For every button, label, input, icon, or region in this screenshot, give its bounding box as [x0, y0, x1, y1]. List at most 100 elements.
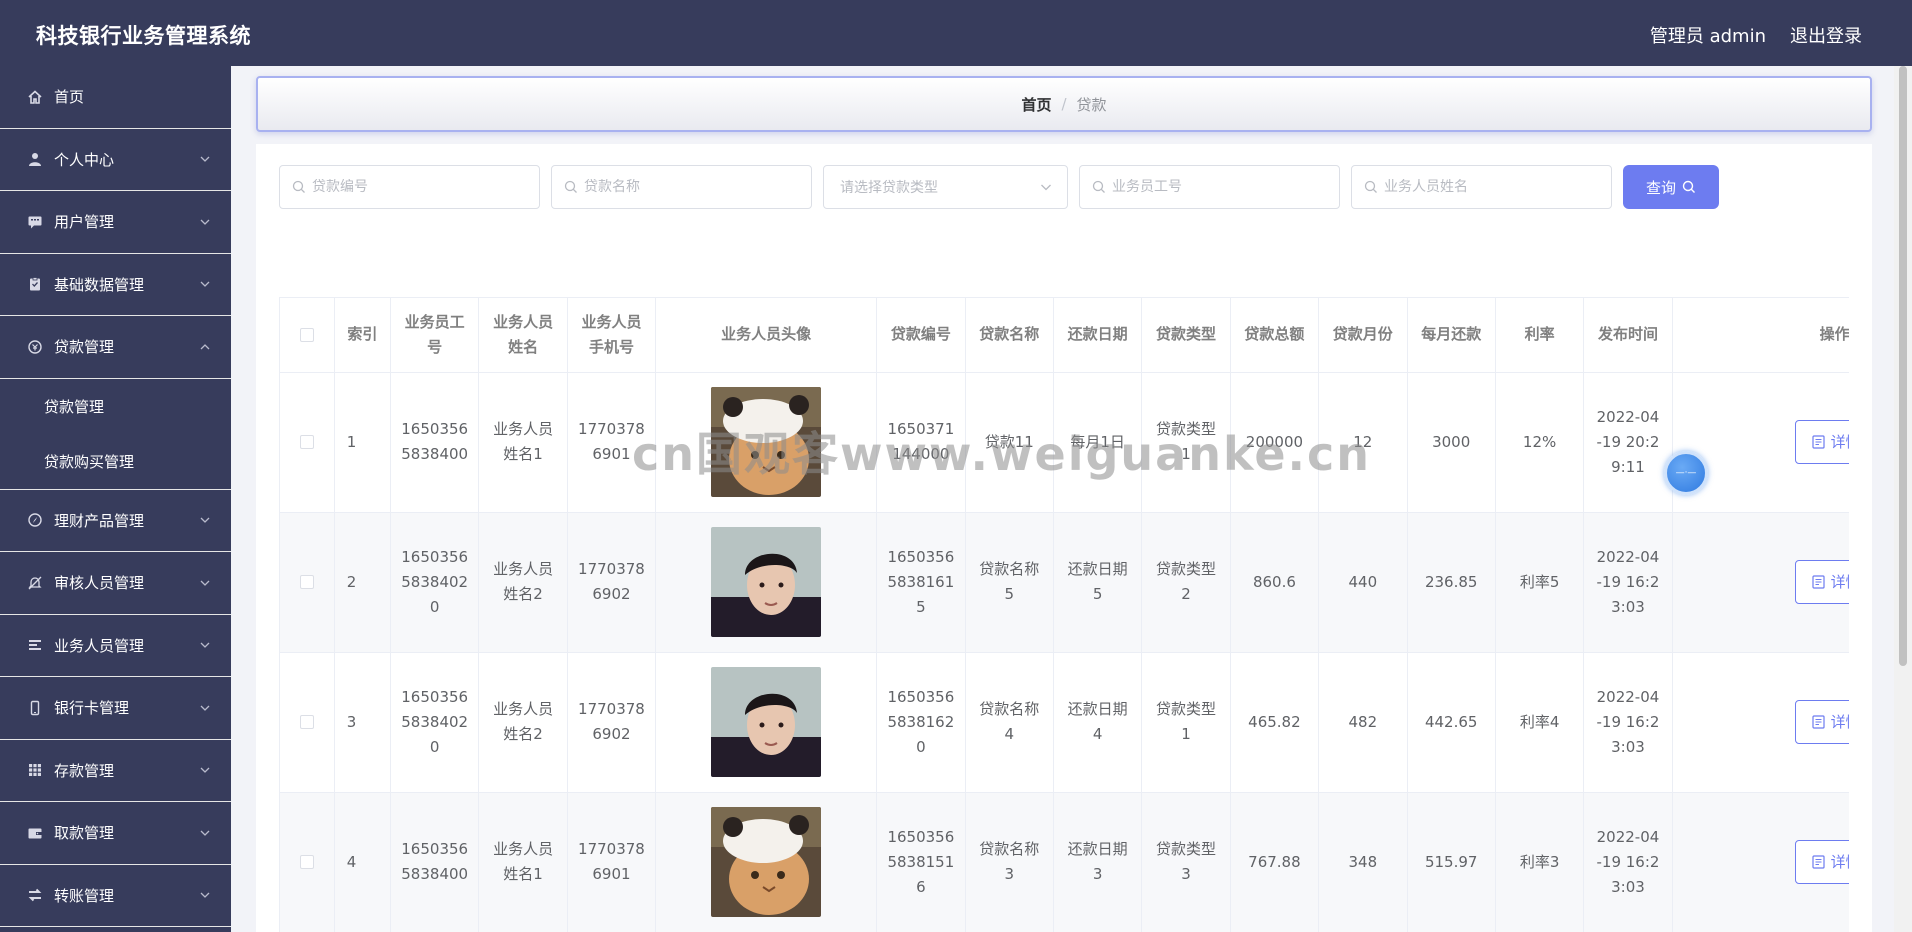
- row-checkbox[interactable]: [299, 715, 314, 729]
- chevron-down-icon: [200, 517, 210, 524]
- detail-label: 详情: [1830, 572, 1849, 591]
- cell-avatar: [655, 792, 878, 932]
- sidebar-item-label: 理财产品管理: [54, 511, 145, 530]
- submenu-loan-mgmt[interactable]: 贷款管理: [0, 379, 231, 434]
- sidebar: 首页 个人中心 用户管理 基础数据管理 贷款管理 贷款管理 贷款购买管理 理财产…: [0, 66, 231, 932]
- sidebar-item-deposit[interactable]: 存款管理: [0, 740, 231, 802]
- loan-code-input[interactable]: [312, 179, 510, 195]
- home-icon: [26, 88, 44, 106]
- select-all-checkbox[interactable]: [299, 327, 314, 342]
- cell-avatar: [655, 512, 878, 653]
- cell-staff-phone: 17703786902: [567, 512, 657, 653]
- phone-icon: [26, 699, 44, 717]
- cell-published: 2022-04-19 20:29:11: [1583, 372, 1673, 513]
- loan-table: 索引 业务员工号 业务人员姓名 业务人员手机号 业务人员头像 贷款编号 贷款名称…: [279, 297, 1849, 932]
- detail-label: 详情: [1830, 712, 1849, 731]
- floating-assistant-button[interactable]: —·—: [1664, 451, 1708, 495]
- staff-no-field[interactable]: [1079, 165, 1340, 209]
- detail-button[interactable]: 详情: [1794, 560, 1849, 604]
- sidebar-item-label: 银行卡管理: [54, 699, 130, 718]
- loan-type-select[interactable]: 请选择贷款类型: [823, 165, 1068, 209]
- cell-staff-name: 业务人员姓名2: [478, 652, 568, 793]
- search-icon: [1682, 180, 1695, 193]
- cat-avatar-image[interactable]: [711, 807, 822, 917]
- column-header: 贷款总额: [1230, 298, 1320, 373]
- select-all-cell: [280, 298, 335, 373]
- cell-staff-phone: 17703786901: [567, 372, 657, 513]
- sidebar-item-transfer[interactable]: 转账管理: [0, 865, 231, 927]
- cell-total: 200000: [1230, 372, 1320, 513]
- sidebar-item-user-mgmt[interactable]: 用户管理: [0, 191, 231, 254]
- staff-name-field[interactable]: [1351, 165, 1612, 209]
- row-checkbox[interactable]: [299, 575, 314, 589]
- cell-monthly: 236.85: [1407, 512, 1496, 653]
- scrollbar-thumb[interactable]: [1899, 66, 1907, 666]
- column-header: 利率: [1495, 298, 1585, 373]
- row-checkbox[interactable]: [299, 435, 314, 449]
- man-avatar-image[interactable]: [711, 527, 822, 637]
- sidebar-item-withdraw[interactable]: 取款管理: [0, 802, 231, 865]
- detail-button[interactable]: 详情: [1794, 700, 1849, 744]
- app-title: 科技银行业务管理系统: [36, 24, 251, 48]
- cell-repay-date: 还款日期4: [1053, 652, 1143, 793]
- detail-label: 详情: [1830, 432, 1849, 451]
- logout-link[interactable]: 退出登录: [1790, 22, 1862, 48]
- cell-staff-no: 165035658384020: [390, 512, 480, 653]
- cell-total: 465.82: [1230, 652, 1320, 793]
- column-header: 业务人员姓名: [478, 298, 568, 373]
- cell-index: 1: [334, 372, 391, 513]
- bell-off-icon: [26, 574, 44, 592]
- row-checkbox[interactable]: [299, 855, 314, 869]
- transfer-icon: [26, 886, 44, 904]
- cell-avatar: [655, 372, 878, 513]
- detail-label: 详情: [1830, 852, 1849, 871]
- cell-avatar: [655, 652, 878, 793]
- sidebar-item-bank-card[interactable]: 银行卡管理: [0, 677, 231, 740]
- detail-button[interactable]: 详情: [1794, 840, 1849, 884]
- query-button[interactable]: 查询: [1623, 165, 1719, 209]
- loan-name-input[interactable]: [584, 179, 782, 195]
- chevron-up-icon: [200, 343, 210, 350]
- man-avatar-image[interactable]: [711, 667, 822, 777]
- sidebar-item-label: 基础数据管理: [54, 275, 145, 294]
- sidebar-item-personal-center[interactable]: 个人中心: [0, 129, 231, 191]
- chat-icon: [26, 213, 44, 231]
- column-header: 还款日期: [1053, 298, 1143, 373]
- cell-loan-code: 1650371144000: [876, 372, 966, 513]
- sidebar-item-home[interactable]: 首页: [0, 66, 231, 129]
- cell-rate: 利率3: [1495, 792, 1585, 932]
- sidebar-item-wealth-products[interactable]: 理财产品管理: [0, 490, 231, 552]
- cat-avatar-image[interactable]: [711, 387, 822, 497]
- cell-loan-code: 165035658381615: [876, 512, 966, 653]
- cell-loan-name: 贷款名称5: [965, 512, 1054, 653]
- table-row: 2 165035658384020 业务人员姓名2 17703786902 16…: [280, 512, 1849, 653]
- sidebar-item-basic-data[interactable]: 基础数据管理: [0, 254, 231, 316]
- row-select-cell: [280, 652, 335, 793]
- loan-code-field[interactable]: [279, 165, 540, 209]
- sidebar-item-loan-mgmt[interactable]: 贷款管理: [0, 316, 231, 379]
- cell-loan-type: 贷款类型1: [1141, 652, 1231, 793]
- grid-icon: [26, 761, 44, 779]
- detail-button[interactable]: 详情: [1794, 420, 1849, 464]
- loan-name-field[interactable]: [551, 165, 812, 209]
- column-header: 贷款名称: [965, 298, 1054, 373]
- sidebar-item-staff-mgmt[interactable]: 业务人员管理: [0, 615, 231, 677]
- cell-total: 767.88: [1230, 792, 1320, 932]
- cell-repay-date: 还款日期3: [1053, 792, 1143, 932]
- sidebar-item-auditor-mgmt[interactable]: 审核人员管理: [0, 552, 231, 615]
- staff-name-input[interactable]: [1384, 179, 1582, 195]
- row-select-cell: [280, 792, 335, 932]
- page-scrollbar[interactable]: [1894, 66, 1912, 932]
- breadcrumb-home[interactable]: 首页: [1021, 94, 1051, 115]
- cell-monthly: 515.97: [1407, 792, 1496, 932]
- submenu-loan-purchase[interactable]: 贷款购买管理: [0, 434, 231, 489]
- chevron-down-icon: [200, 642, 210, 649]
- cell-loan-type: 贷款类型1: [1141, 372, 1231, 513]
- cell-loan-code: 165035658381620: [876, 652, 966, 793]
- breadcrumb-separator: /: [1061, 95, 1067, 113]
- cell-staff-no: 16503565838400: [390, 792, 480, 932]
- loan-type-placeholder: 请选择贷款类型: [840, 180, 938, 196]
- sidebar-item-label: 个人中心: [54, 150, 115, 169]
- table-row: 1 16503565838400 业务人员姓名1 17703786901 165…: [280, 372, 1849, 513]
- staff-no-input[interactable]: [1112, 179, 1310, 195]
